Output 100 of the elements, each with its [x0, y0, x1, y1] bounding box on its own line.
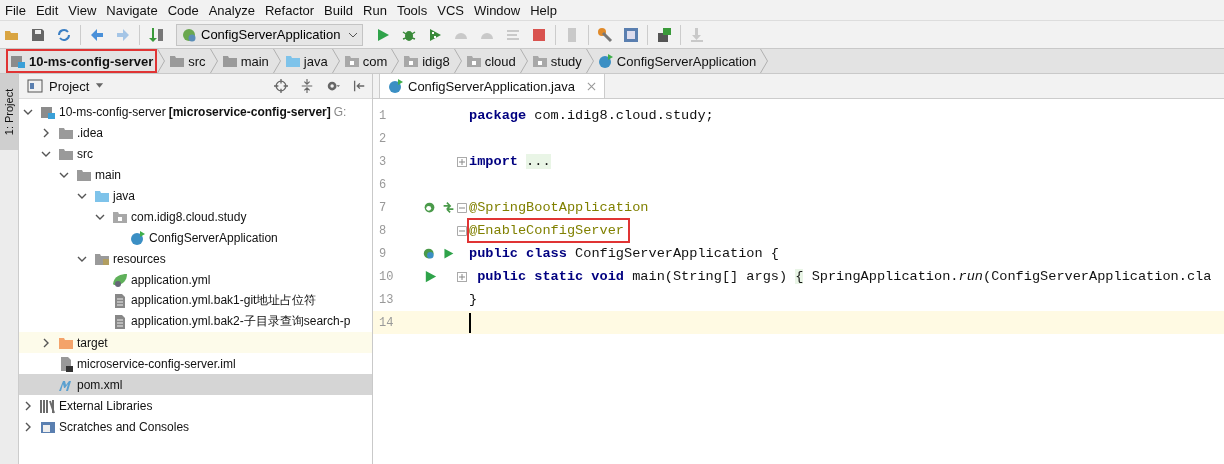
tree-item-label: main: [95, 167, 121, 182]
menu-item[interactable]: Tools: [393, 2, 435, 18]
stop-icon[interactable]: [531, 26, 548, 43]
code-line: package com.idig8.cloud.study;: [469, 107, 715, 125]
tree-row[interactable]: 10-ms-config-server [microservice-config-server] G:: [19, 101, 372, 122]
class-icon: [597, 53, 614, 69]
chip-icon[interactable]: [656, 26, 673, 43]
code-line: import ...: [469, 153, 552, 171]
tree-item-label: target: [77, 335, 108, 350]
menu-item[interactable]: File: [2, 2, 33, 18]
breadcrumb-item[interactable]: com: [339, 49, 392, 73]
file-icon: [112, 292, 128, 309]
line-number: 13: [378, 292, 395, 307]
menu-item[interactable]: Help: [527, 2, 564, 18]
run-icon[interactable]: [423, 269, 438, 284]
package-icon: [465, 53, 482, 69]
tree-item-label: src: [77, 146, 93, 161]
chevron-icon: [760, 49, 769, 73]
tree-row[interactable]: microservice-config-server.iml: [19, 353, 372, 374]
tree-row[interactable]: main: [19, 164, 372, 185]
tree-item-label: ConfigServerApplication: [149, 230, 278, 245]
wrench-icon[interactable]: [597, 26, 614, 43]
breadcrumb-item[interactable]: ConfigServerApplication: [593, 49, 761, 73]
menu-item[interactable]: Refactor: [261, 2, 322, 18]
expand-fold-icon[interactable]: [457, 156, 467, 167]
link-icon[interactable]: [442, 200, 455, 215]
run-icon[interactable]: [442, 246, 455, 261]
line-number: 8: [378, 223, 388, 238]
tree-row[interactable]: .idea: [19, 122, 372, 143]
hide-icon[interactable]: [352, 79, 366, 93]
breadcrumb-item[interactable]: src: [165, 49, 210, 73]
tree-row[interactable]: src: [19, 143, 372, 164]
library-icon: [40, 397, 56, 414]
breadcrumb-item[interactable]: main: [217, 49, 273, 73]
breadcrumb-item[interactable]: cloud: [461, 49, 520, 73]
build-icon[interactable]: [148, 26, 164, 43]
chevron-icon: [391, 49, 400, 73]
tree-row[interactable]: resources: [19, 248, 372, 269]
menu-item[interactable]: Code: [164, 2, 206, 18]
crosshair-icon[interactable]: [274, 79, 288, 93]
expand-fold-icon[interactable]: [457, 271, 467, 282]
menu-item[interactable]: VCS: [434, 2, 471, 18]
save-icon[interactable]: [30, 26, 46, 43]
leaf-icon: [112, 271, 128, 288]
line-number: 6: [378, 177, 388, 192]
tree-item-label: application.yml.bak1-git地址占位符: [131, 292, 317, 309]
module-name: [microservice-config-server]: [168, 104, 331, 119]
tree-row[interactable]: External Libraries: [19, 395, 372, 416]
bean-icon[interactable]: [423, 200, 436, 215]
tree-row[interactable]: application.yml: [19, 269, 372, 290]
menu-item[interactable]: Edit: [32, 2, 66, 18]
breadcrumb-item[interactable]: idig8: [399, 49, 454, 73]
text-cursor: [469, 312, 471, 333]
run-config-dropdown[interactable]: ConfigServerApplication: [176, 23, 364, 46]
fold-icon[interactable]: [457, 202, 467, 213]
grid-icon[interactable]: [623, 26, 640, 43]
project-tool-tab[interactable]: 1: Project: [0, 74, 18, 150]
menu-item[interactable]: Build: [321, 2, 360, 18]
tree-row[interactable]: com.idig8.cloud.study: [19, 206, 372, 227]
line-number: 7: [378, 200, 388, 215]
tree-row[interactable]: target: [19, 332, 372, 353]
tree-row[interactable]: java: [19, 185, 372, 206]
breadcrumb-item[interactable]: java: [280, 49, 332, 73]
chevron-icon: [585, 49, 594, 73]
fold-icon[interactable]: [457, 225, 467, 236]
tree-row[interactable]: pom.xml: [19, 374, 372, 395]
line-number: 10: [378, 269, 395, 284]
breadcrumb-item[interactable]: 10-ms-config-server: [6, 49, 158, 73]
breadcrumb-item[interactable]: study: [527, 49, 586, 73]
menu-item[interactable]: Navigate: [103, 2, 165, 18]
tree-item-label: .idea: [77, 125, 104, 140]
folder-icon: [284, 53, 301, 69]
sync-icon[interactable]: [56, 26, 72, 43]
tree-row[interactable]: application.yml.bak1-git地址占位符: [19, 290, 372, 311]
code-line: }: [469, 291, 479, 309]
project-view-dropdown[interactable]: Project: [49, 78, 90, 94]
tree-row[interactable]: Scratches and Consoles: [19, 416, 372, 437]
file-icon: [112, 313, 128, 330]
tree-row[interactable]: ConfigServerApplication: [19, 227, 372, 248]
tree-item-label: java: [113, 188, 135, 203]
menu-item[interactable]: Run: [360, 2, 394, 18]
tree-item-label: resources: [113, 251, 166, 266]
menu-item[interactable]: Window: [470, 2, 528, 18]
folder-icon: [221, 53, 238, 69]
class-icon[interactable]: [423, 246, 436, 261]
menu-item[interactable]: View: [65, 2, 104, 18]
chevron-icon: [272, 49, 281, 73]
code-line: public class ConfigServerApplication {: [469, 245, 780, 263]
editor-tab[interactable]: ConfigServerApplication.java: [379, 74, 605, 98]
chevron-icon: [453, 49, 462, 73]
collapse-icon[interactable]: [300, 79, 314, 93]
tree-item-label: pom.xml: [77, 377, 123, 392]
menu-item[interactable]: Analyze: [205, 2, 262, 18]
close-icon[interactable]: [586, 81, 596, 91]
code-line: @SpringBootApplication: [469, 199, 650, 217]
settings-icon[interactable]: [326, 79, 340, 93]
chevron-icon: [331, 49, 340, 73]
tree-item-label: application.yml.bak2-子目录查询search-p: [131, 313, 351, 330]
caret-icon[interactable]: [95, 83, 105, 89]
tree-row[interactable]: application.yml.bak2-子目录查询search-p: [19, 311, 372, 332]
